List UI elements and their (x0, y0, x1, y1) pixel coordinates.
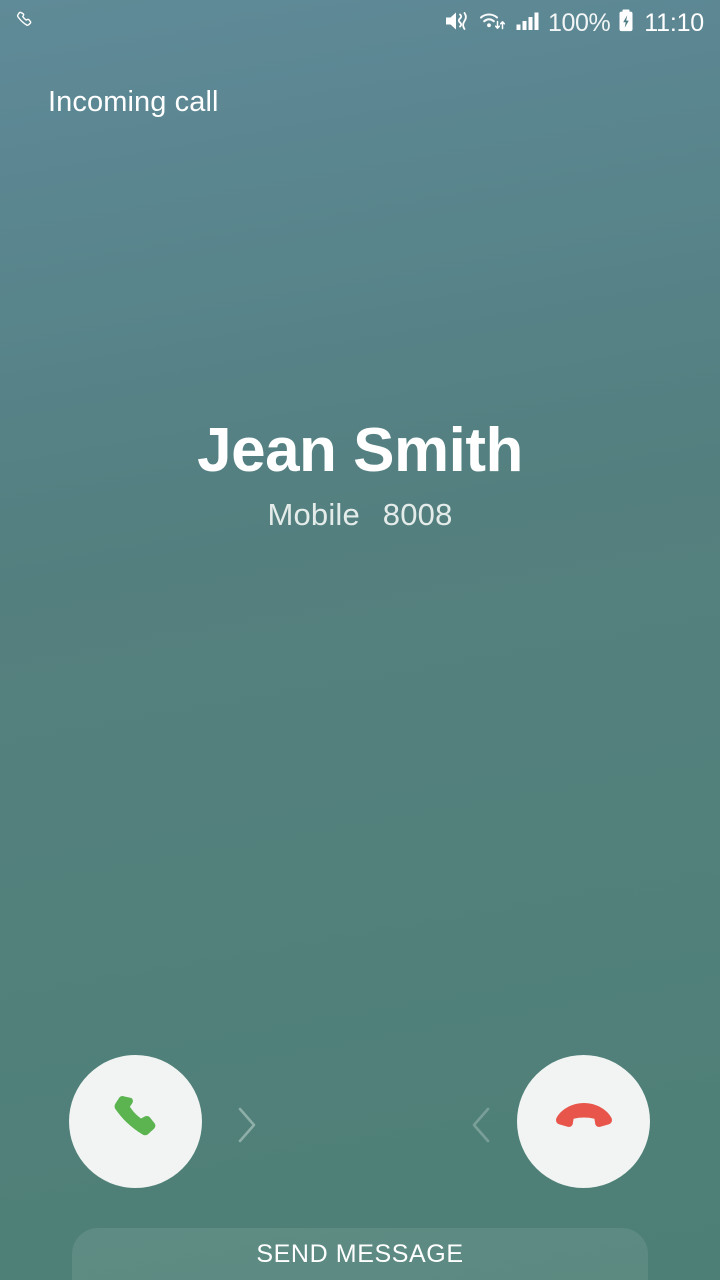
caller-number-row: Mobile 8008 (0, 497, 720, 533)
decline-call-button[interactable] (517, 1055, 650, 1188)
caller-number-type-label: Mobile (267, 496, 360, 532)
phone-hangup-icon (548, 1083, 620, 1160)
signal-bars-icon (515, 8, 541, 39)
status-bar-clock: 11:10 (644, 8, 704, 37)
chevron-left-icon (466, 1103, 496, 1152)
send-message-label: SEND MESSAGE (256, 1239, 464, 1268)
call-state-label: Incoming call (48, 86, 219, 118)
caller-number-value: 8008 (382, 496, 453, 532)
call-actions (0, 1055, 720, 1190)
send-message-button[interactable]: SEND MESSAGE (72, 1228, 648, 1280)
caller-name: Jean Smith (197, 416, 523, 485)
status-bar-right-icons: 100% 11:10 (443, 8, 704, 39)
status-bar-left-icons (14, 9, 38, 38)
incoming-call-screen: 100% 11:10 Incoming call Jean Smith Mobi… (0, 0, 720, 1280)
battery-charging-icon (617, 8, 635, 39)
phone-answer-icon (103, 1086, 169, 1157)
chevron-right-icon (232, 1103, 262, 1152)
phone-call-icon (14, 9, 38, 38)
status-bar: 100% 11:10 (0, 0, 720, 46)
answer-call-button[interactable] (69, 1055, 202, 1188)
caller-info: Jean Smith Mobile 8008 (0, 416, 720, 533)
wifi-icon (478, 8, 508, 39)
battery-percent-label: 100% (547, 8, 611, 37)
sound-vibrate-mute-icon (443, 8, 471, 39)
